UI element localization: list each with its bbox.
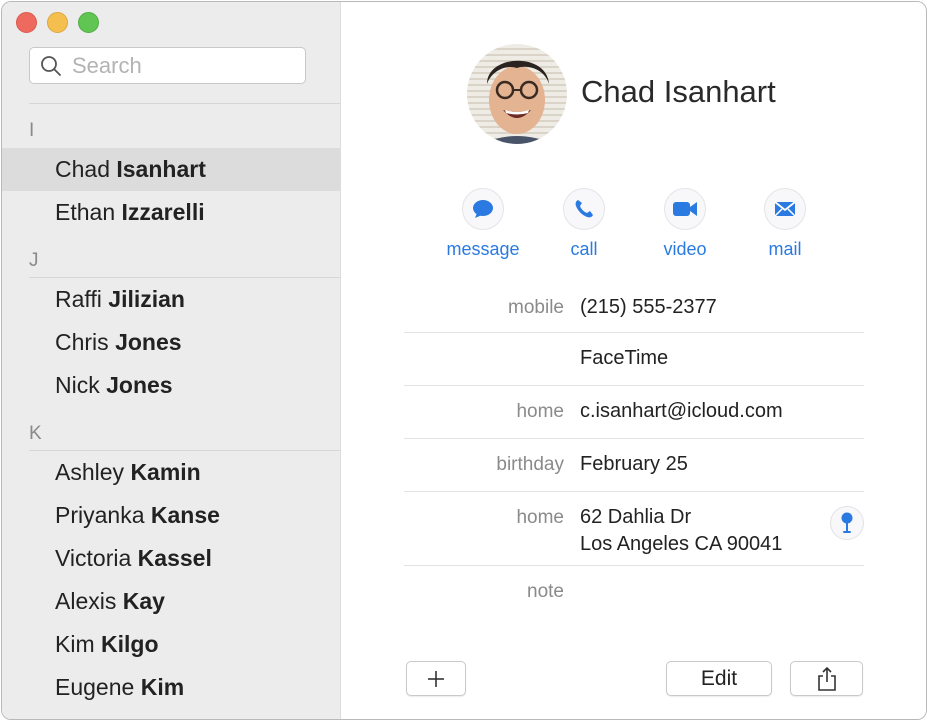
last-name: Kassel [137,545,212,571]
video-action[interactable]: video [640,188,730,260]
last-name: Isanhart [116,156,206,182]
contact-detail: Chad Isanhart message call video mail mo… [341,2,926,719]
map-pin-icon [841,512,853,533]
address-line-2: Los Angeles CA 90041 [580,533,783,555]
search-input[interactable] [70,51,294,80]
minimize-window-button[interactable] [47,12,68,33]
call-action[interactable]: call [539,188,629,260]
show-map-button[interactable] [830,506,864,540]
field-label: mobile [508,297,564,318]
edit-button[interactable]: Edit [666,661,772,696]
phone-icon [575,200,593,218]
field-label: home [516,507,564,528]
contact-name: Chad Isanhart [581,74,776,109]
mail-action[interactable]: mail [740,188,830,260]
message-bubble-icon [473,200,493,218]
field-row-email: home c.isanhart@icloud.com [404,386,864,439]
first-name: Kim [55,631,95,657]
field-row-mobile: mobile (215) 555-2377 [404,284,864,333]
section-letter: K [29,423,42,444]
sidebar: I Chad Isanhart Ethan Izzarelli J Raffi … [2,2,341,719]
message-label[interactable]: message [438,239,528,260]
section-divider [29,450,340,451]
last-name: Jilizian [108,286,185,312]
first-name: Victoria [55,545,132,571]
field-label: home [516,401,564,422]
section-letter: J [29,250,39,271]
video-label[interactable]: video [640,239,730,260]
first-name: Nick [55,372,100,398]
mail-button[interactable] [764,188,806,230]
contact-list-item[interactable]: Nick Jones [2,364,340,407]
contact-list-item[interactable]: Victoria Kassel [2,537,340,580]
first-name: Raffi [55,286,102,312]
call-label[interactable]: call [539,239,629,260]
last-name: Kilgo [101,631,159,657]
mail-label[interactable]: mail [740,239,830,260]
contact-list[interactable]: I Chad Isanhart Ethan Izzarelli J Raffi … [2,104,340,709]
action-bar: message call video mail [436,188,816,268]
section-divider [29,277,340,278]
first-name: Ethan [55,199,116,225]
contacts-window: I Chad Isanhart Ethan Izzarelli J Raffi … [1,1,927,720]
close-window-button[interactable] [16,12,37,33]
first-name: Priyanka [55,502,145,528]
last-name: Jones [106,372,173,398]
search-field[interactable] [29,47,306,84]
contact-list-item[interactable]: Priyanka Kanse [2,494,340,537]
add-field-button[interactable] [406,661,466,696]
first-name: Eugene [55,674,135,700]
contact-list-item[interactable]: Kim Kilgo [2,623,340,666]
field-row-birthday: birthday February 25 [404,439,864,492]
message-button[interactable] [462,188,504,230]
contact-list-item[interactable]: Eugene Kim [2,666,340,709]
first-name: Alexis [55,588,117,614]
call-button[interactable] [563,188,605,230]
last-name: Kanse [150,502,220,528]
video-button[interactable] [664,188,706,230]
contact-list-item[interactable]: Ethan Izzarelli [2,191,340,234]
plus-icon [428,670,444,687]
video-camera-icon [673,202,697,216]
first-name: Ashley [55,459,125,485]
window-controls [16,12,99,33]
contact-photo-icon [467,44,567,144]
address-line-1: 62 Dahlia Dr [580,506,692,528]
field-row-address: home 62 Dahlia Dr Los Angeles CA 90041 [404,492,864,566]
zoom-window-button[interactable] [78,12,99,33]
address-value[interactable]: 62 Dahlia Dr Los Angeles CA 90041 [580,504,782,558]
share-icon [817,666,836,691]
contact-list-item[interactable]: Ashley Kamin [2,451,340,494]
facetime-value[interactable]: FaceTime [580,345,668,372]
section-header: I [2,104,340,148]
section-header: K [2,407,340,451]
last-name: Jones [115,329,182,355]
first-name: Chad [55,156,110,182]
last-name: Kay [122,588,165,614]
birthday-value: February 25 [580,453,688,475]
contact-list-item[interactable]: Chris Jones [2,321,340,364]
share-button[interactable] [790,661,863,696]
field-label: birthday [496,454,564,475]
avatar [467,44,567,144]
section-header: J [2,234,340,278]
email-value[interactable]: c.isanhart@icloud.com [580,398,783,425]
contact-list-item[interactable]: Alexis Kay [2,580,340,623]
contact-list-item[interactable]: Raffi Jilizian [2,278,340,321]
last-name: Kamin [130,459,201,485]
search-icon [41,55,61,76]
field-label: note [527,581,564,602]
phone-value[interactable]: (215) 555-2377 [580,294,717,321]
section-letter: I [29,120,35,141]
envelope-icon [774,201,796,217]
field-row-facetime: FaceTime [404,333,864,386]
contact-fields: mobile (215) 555-2377 FaceTime home c.is… [404,284,864,606]
first-name: Chris [55,329,109,355]
message-action[interactable]: message [438,188,528,260]
contact-list-item[interactable]: Chad Isanhart [2,148,340,191]
last-name: Kim [140,674,185,700]
last-name: Izzarelli [121,199,205,225]
field-row-note: note [404,566,864,606]
